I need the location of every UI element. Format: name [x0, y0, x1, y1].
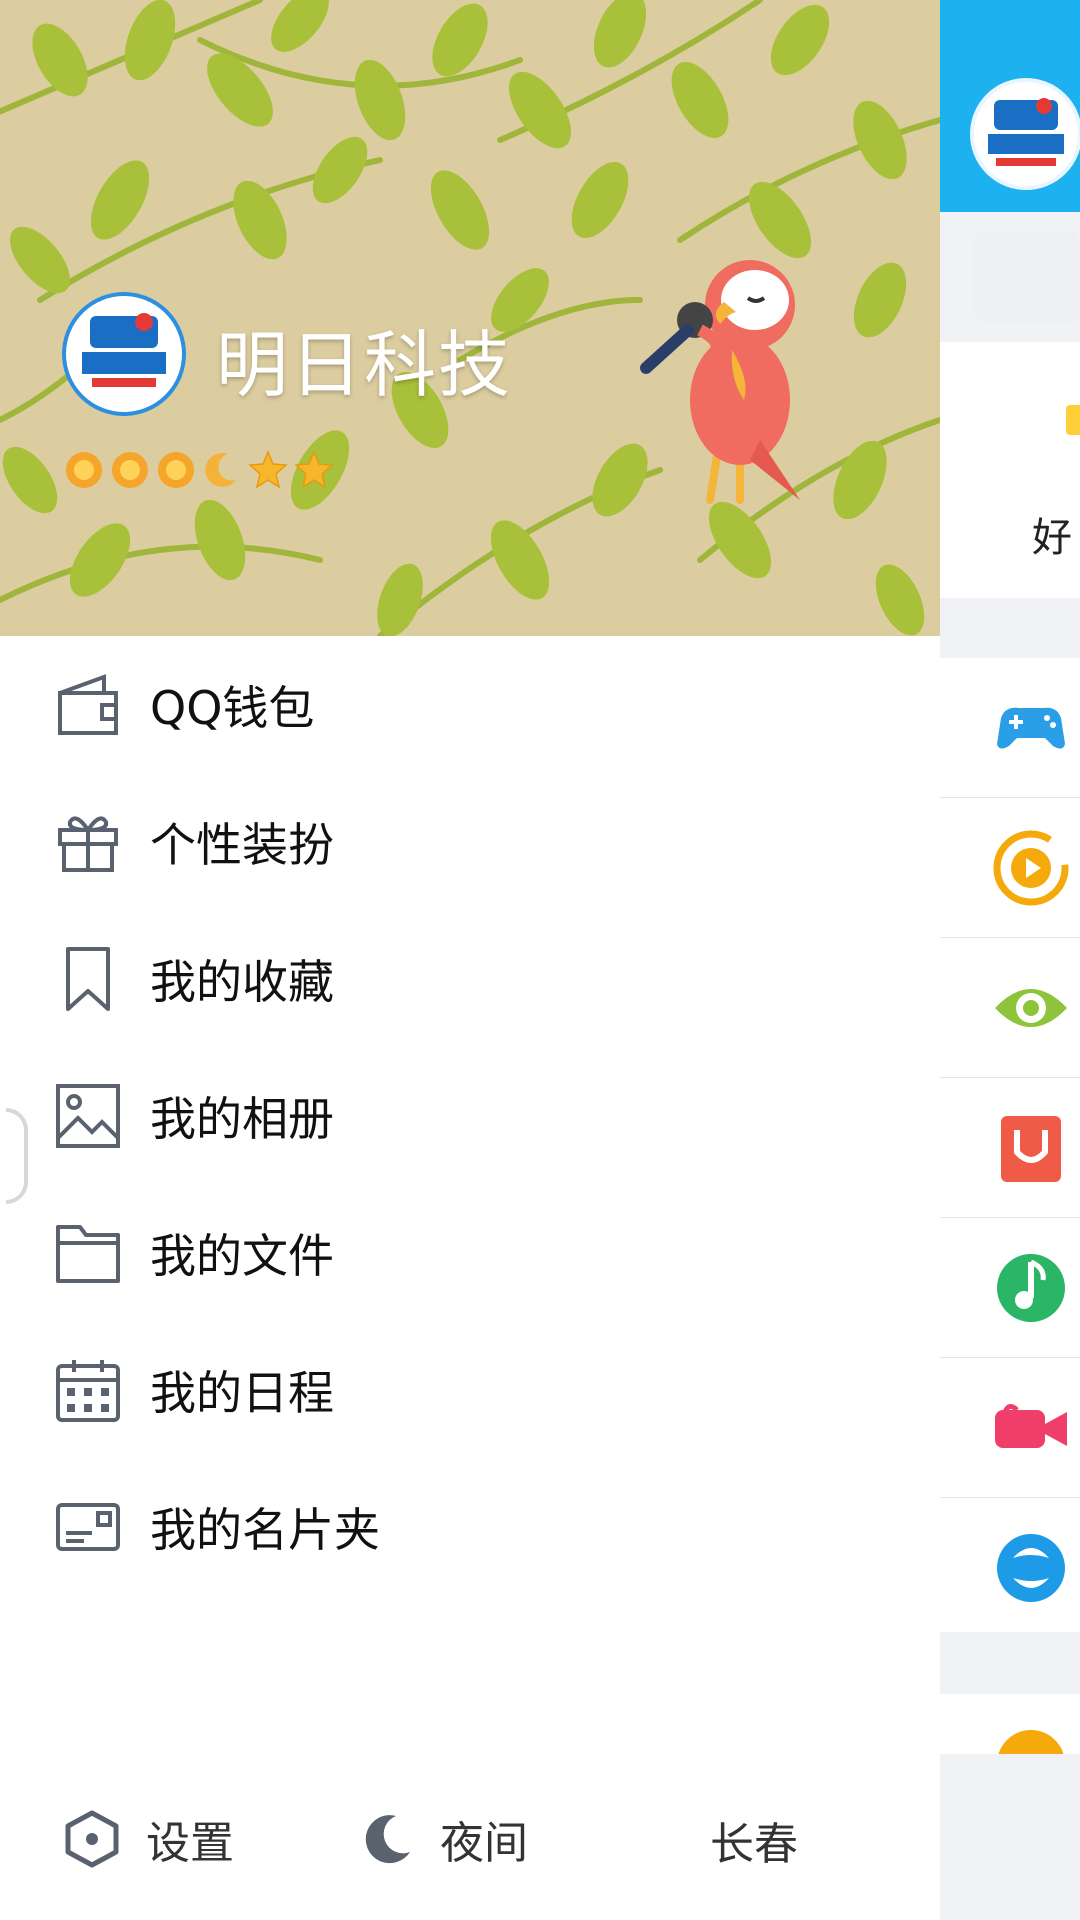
drawer-bottom-bar: 设置 夜间 — [0, 1780, 940, 1900]
gamepad-icon — [997, 707, 1065, 749]
background-app-partial-text: 好 — [1032, 515, 1072, 561]
gift-icon — [58, 815, 118, 872]
app-icon — [998, 1730, 1064, 1754]
level-badges[interactable] — [64, 450, 334, 490]
photo-album-icon — [56, 1083, 120, 1148]
menu-item-my-favorites[interactable]: 我的收藏 — [0, 910, 940, 1047]
wallet-icon — [58, 673, 118, 735]
menu-item-my-files[interactable]: 我的文件 — [0, 1184, 940, 1321]
drawer-edge-handle[interactable] — [6, 1108, 28, 1204]
background-app-search-box[interactable] — [973, 232, 1080, 322]
menu-item-my-schedule[interactable]: 我的日程 — [0, 1321, 940, 1458]
list-item[interactable] — [940, 1218, 1080, 1358]
menu-item-label: 个性装扮 — [150, 817, 334, 872]
background-app-avatar[interactable] — [970, 78, 1080, 190]
card-holder-icon — [56, 1502, 120, 1551]
eye-icon — [995, 989, 1067, 1027]
weather-city[interactable]: 长春 — [710, 1808, 798, 1872]
list-item[interactable] — [940, 1694, 1080, 1754]
list-item[interactable] — [940, 938, 1080, 1078]
profile-avatar[interactable] — [62, 292, 186, 416]
settings-button[interactable]: 设置 — [64, 1804, 234, 1874]
shopping-bag-icon — [1001, 1116, 1061, 1182]
side-drawer: 明日科技 QQ钱包 个性装扮 我的收藏 我的相册 我的文件 我的日程 我的名片夹… — [0, 0, 940, 1920]
sun-level-icon — [158, 452, 194, 488]
sun-level-icon — [66, 452, 102, 488]
list-item[interactable] — [940, 1498, 1080, 1638]
star-level-icon — [294, 450, 334, 489]
music-note-icon — [997, 1254, 1065, 1322]
video-camera-icon — [995, 1404, 1067, 1448]
list-item[interactable] — [940, 1358, 1080, 1498]
moon-icon — [365, 1815, 410, 1864]
parrot-mascot-illustration — [640, 260, 800, 504]
list-item[interactable] — [940, 1078, 1080, 1218]
list-item[interactable] — [940, 658, 1080, 798]
drawer-menu: QQ钱包 个性装扮 我的收藏 我的相册 我的文件 我的日程 我的名片夹 — [0, 636, 940, 1595]
menu-item-label: 我的日程 — [150, 1365, 334, 1420]
moon-level-icon — [205, 452, 236, 487]
background-app-list — [940, 658, 1080, 1638]
menu-item-my-card-holder[interactable]: 我的名片夹 — [0, 1458, 940, 1595]
night-mode-button[interactable]: 夜间 — [360, 1804, 528, 1874]
settings-label: 设置 — [146, 1818, 234, 1869]
star-level-icon — [248, 450, 288, 489]
video-play-icon — [993, 830, 1069, 906]
menu-item-label: QQ钱包 — [150, 680, 315, 735]
swirl-app-icon — [997, 1534, 1065, 1602]
list-item[interactable] — [940, 798, 1080, 938]
menu-item-label: 我的收藏 — [150, 954, 334, 1009]
background-app-divider — [940, 1632, 1080, 1694]
profile-name[interactable]: 明日科技 — [216, 306, 512, 411]
mingri-logo-icon — [82, 313, 166, 387]
bookmark-icon — [66, 946, 110, 1011]
settings-hexagon-icon — [65, 1810, 119, 1868]
profile-banner[interactable]: 明日科技 — [0, 0, 940, 636]
night-mode-label: 夜间 — [440, 1818, 528, 1869]
menu-item-label: 我的名片夹 — [150, 1502, 380, 1557]
menu-item-label: 我的文件 — [150, 1228, 334, 1283]
sun-level-icon — [112, 452, 148, 488]
calendar-icon — [56, 1359, 120, 1422]
background-app-card-icon — [1066, 405, 1080, 435]
folder-icon — [56, 1224, 120, 1283]
menu-item-my-album[interactable]: 我的相册 — [0, 1047, 940, 1184]
menu-item-qq-wallet[interactable]: QQ钱包 — [0, 636, 940, 773]
menu-item-personal-dressup[interactable]: 个性装扮 — [0, 773, 940, 910]
mingri-logo-icon — [988, 98, 1064, 166]
menu-item-label: 我的相册 — [150, 1091, 334, 1146]
